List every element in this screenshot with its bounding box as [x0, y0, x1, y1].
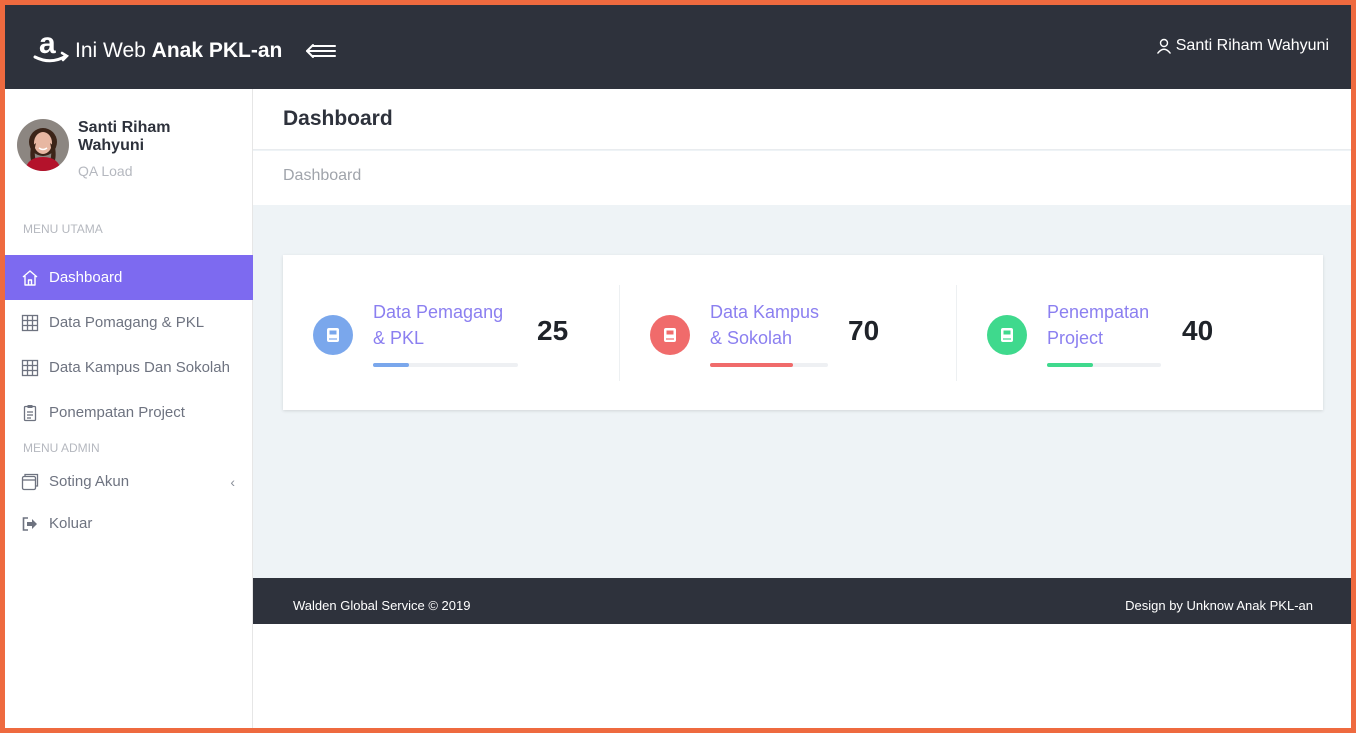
stat-pemagang[interactable]: Data Pemagang & PKL 25: [283, 255, 619, 410]
footer: Walden Global Service © 2019 Design by U…: [253, 578, 1351, 624]
profile-role: QA Load: [78, 163, 133, 179]
sidebar-item-label: Dashboard: [49, 269, 123, 286]
window-icon: [21, 473, 39, 491]
stat-label-line2: & PKL: [373, 328, 425, 348]
chevron-left-icon: ‹: [230, 473, 235, 490]
stat-kampus[interactable]: Data Kampus & Sokolah 70: [620, 255, 956, 410]
menu-toggle-icon[interactable]: [299, 41, 339, 61]
progress-bar-fill: [1047, 363, 1093, 367]
progress-bar-fill: [373, 363, 410, 367]
svg-text:a: a: [39, 27, 56, 60]
brand-bold: Anak PKL-an: [151, 39, 283, 62]
table-icon: [21, 359, 39, 377]
stat-penempatan[interactable]: Penempatan Project 40: [957, 255, 1323, 410]
breadcrumb: Dashboard: [253, 151, 1351, 205]
sidebar-item-data-kampus[interactable]: Data Kampus Dan Sokolah: [5, 345, 253, 390]
footer-credit: Design by Unknow Anak PKL-an: [1125, 598, 1313, 613]
progress-bar: [710, 363, 828, 367]
sidebar-item-label: Soting Akun: [49, 473, 130, 490]
brand-prefix: Ini Web: [75, 39, 146, 62]
home-icon: [21, 269, 39, 287]
sidebar-item-label: Ponempatan Project: [49, 404, 185, 421]
page-title: Dashboard: [283, 107, 393, 130]
table-icon: [21, 314, 39, 332]
sidebar-item-koluar[interactable]: Koluar: [5, 501, 253, 546]
sidebar-item-label: Data Kampus Dan Sokolah: [49, 359, 230, 376]
stat-label-line1: Penempatan: [1047, 302, 1150, 322]
sidebar-item-data-pomagang[interactable]: Data Pomagang & PKL: [5, 300, 253, 345]
sidebar-item-soting-akun[interactable]: Soting Akun ‹: [5, 459, 253, 504]
stat-value: 40: [1182, 315, 1214, 346]
brand[interactable]: a Ini Web Anak PKL-an: [33, 27, 282, 67]
menu-section-admin: MENU ADMIN: [23, 441, 100, 455]
stat-value: 70: [848, 315, 880, 346]
stat-label-line2: & Sokolah: [710, 328, 793, 348]
footer-copyright: Walden Global Service © 2019: [293, 598, 471, 613]
book-icon: [650, 315, 690, 355]
stat-label-line2: Project: [1047, 328, 1104, 348]
stats-card: Data Pemagang & PKL 25 Data Kampus & Sok…: [283, 255, 1323, 410]
logout-icon: [21, 515, 39, 533]
progress-bar: [373, 363, 518, 367]
breadcrumb-item[interactable]: Dashboard: [283, 167, 361, 185]
stat-label: Data Kampus & Sokolah: [710, 299, 819, 351]
progress-bar-fill: [710, 363, 793, 367]
brand-title: Ini Web Anak PKL-an: [75, 39, 282, 63]
stat-value: 25: [537, 315, 569, 346]
progress-bar: [1047, 363, 1161, 367]
amazon-logo-icon: a: [33, 27, 69, 63]
top-navbar: a Ini Web Anak PKL-an Santi Riham Wahyun…: [5, 5, 1351, 89]
clipboard-icon: [21, 404, 39, 422]
sidebar-item-ponempatan[interactable]: Ponempatan Project: [5, 390, 253, 435]
stat-label: Data Pemagang & PKL: [373, 299, 503, 351]
main-content: Dashboard Dashboard Data Pemagang & PKL …: [253, 89, 1351, 578]
user-menu[interactable]: Santi Riham Wahyuni: [1156, 37, 1329, 55]
book-icon: [987, 315, 1027, 355]
stat-label: Penempatan Project: [1047, 299, 1149, 351]
user-icon: [1156, 38, 1171, 54]
sidebar-item-label: Koluar: [49, 515, 93, 532]
sidebar-item-label: Data Pomagang & PKL: [49, 314, 205, 331]
menu-section-main: MENU UTAMA: [23, 222, 103, 236]
stat-label-line1: Data Pemagang: [373, 302, 504, 322]
book-icon: [313, 315, 353, 355]
stat-label-line1: Data Kampus: [710, 302, 820, 322]
sidebar-item-dashboard[interactable]: Dashboard: [5, 255, 253, 300]
user-name: Santi Riham Wahyuni: [1175, 37, 1329, 54]
user-profile: Santi Riham Wahyuni QA Load: [17, 119, 208, 179]
page-header: Dashboard: [253, 89, 1351, 150]
app-frame: a Ini Web Anak PKL-an Santi Riham Wahyun…: [0, 0, 1356, 733]
sidebar: Santi Riham Wahyuni QA Load MENU UTAMA D…: [5, 89, 253, 728]
profile-name: Santi Riham Wahyuni: [78, 119, 171, 154]
avatar: [17, 119, 69, 171]
